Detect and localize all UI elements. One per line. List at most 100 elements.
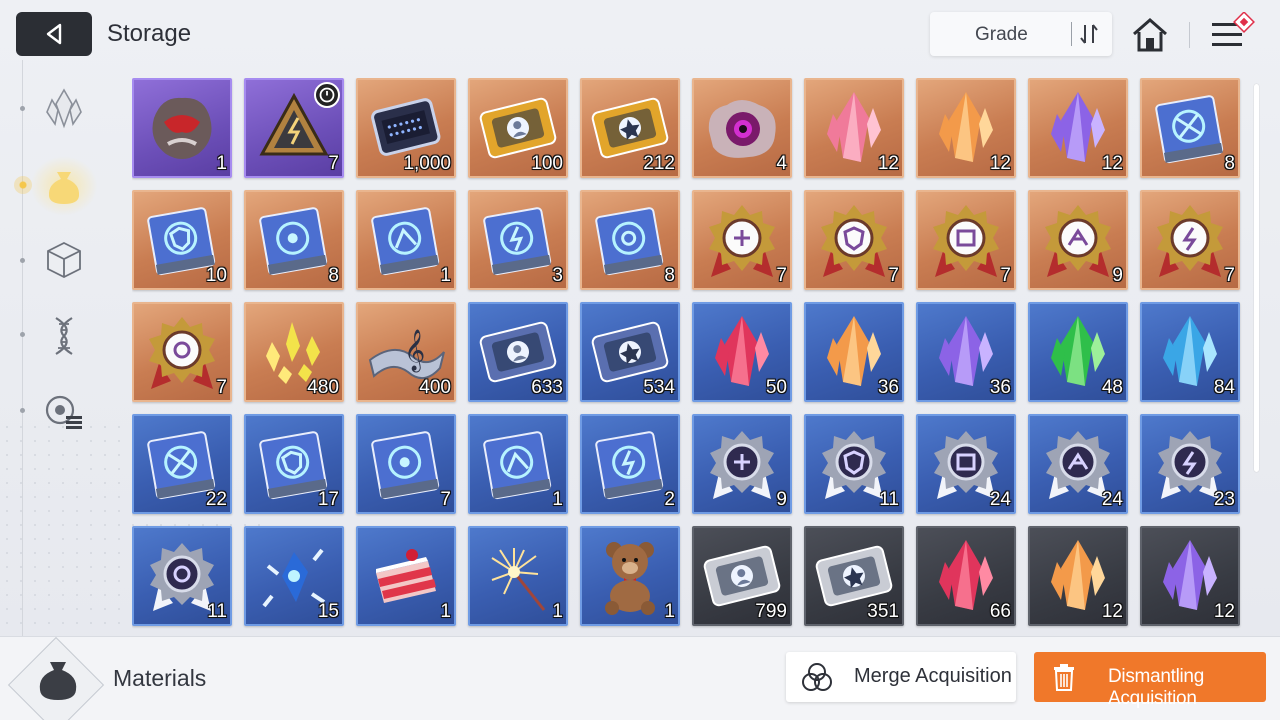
item-slot-book-eye[interactable]: 8 bbox=[244, 190, 344, 290]
rail-dot bbox=[20, 408, 25, 413]
item-slot-fossil[interactable]: 1 bbox=[132, 78, 232, 178]
item-count: 24 bbox=[1101, 489, 1123, 510]
svg-text:𝄞: 𝄞 bbox=[404, 329, 425, 372]
scrollbar[interactable] bbox=[1254, 84, 1259, 472]
item-slot-crystal-red[interactable]: 50 bbox=[692, 302, 792, 402]
item-count: 66 bbox=[989, 601, 1011, 622]
item-slot-book-wing[interactable]: 1 bbox=[356, 190, 456, 290]
item-count: 400 bbox=[419, 377, 451, 398]
item-slot-card-gold-star[interactable]: 212 bbox=[580, 78, 680, 178]
item-slot-medal-target[interactable]: 7 bbox=[916, 190, 1016, 290]
home-icon bbox=[1133, 18, 1167, 52]
item-slot-book-swords[interactable]: 8 bbox=[1140, 78, 1240, 178]
item-slot-music-ribbon[interactable]: 𝄞 400 bbox=[356, 302, 456, 402]
item-slot-crystal-purple[interactable]: 36 bbox=[916, 302, 1016, 402]
item-slot-book-bolt[interactable]: 3 bbox=[468, 190, 568, 290]
item-slot-medal-gear[interactable]: 7 bbox=[132, 302, 232, 402]
item-slot-medal-bolt[interactable]: 7 bbox=[1140, 190, 1240, 290]
item-slot-card-blue-star[interactable]: 534 bbox=[580, 302, 680, 402]
item-slot-chip[interactable]: 1,000 bbox=[356, 78, 456, 178]
sort-grade-control[interactable]: Grade bbox=[930, 12, 1112, 56]
item-slot-eye-rock[interactable]: 4 bbox=[692, 78, 792, 178]
item-slot-crystal-red[interactable]: 66 bbox=[916, 526, 1016, 626]
sidebar-rail bbox=[22, 60, 23, 640]
item-slot-card-silver-star[interactable]: 351 bbox=[804, 526, 904, 626]
back-button[interactable] bbox=[16, 12, 92, 56]
item-slot-book-wing[interactable]: 1 bbox=[468, 414, 568, 514]
crystal-icon bbox=[46, 88, 82, 129]
item-slot-crystal-purple[interactable]: 12 bbox=[1140, 526, 1240, 626]
sidebar-item-materials[interactable] bbox=[38, 160, 90, 212]
item-count: 480 bbox=[307, 377, 339, 398]
dismantling-acquisition-button[interactable]: Dismantling Acquisition bbox=[1034, 652, 1266, 709]
sidebar-item-crystal[interactable] bbox=[38, 82, 90, 134]
item-slot-book-swords[interactable]: 22 bbox=[132, 414, 232, 514]
item-count: 3 bbox=[552, 265, 563, 286]
sidebar-item-list[interactable] bbox=[38, 386, 90, 438]
list-gear-icon bbox=[45, 395, 82, 429]
sidebar-item-gene[interactable] bbox=[38, 310, 90, 362]
item-slot-badge-wing[interactable]: 24 bbox=[1028, 414, 1128, 514]
item-slot-badge-sword[interactable]: 9 bbox=[692, 414, 792, 514]
item-count: 50 bbox=[765, 377, 787, 398]
item-count: 8 bbox=[664, 265, 675, 286]
item-slot-book-shield[interactable]: 10 bbox=[132, 190, 232, 290]
item-slot-crystal-cyan[interactable]: 84 bbox=[1140, 302, 1240, 402]
item-slot-book-shield[interactable]: 17 bbox=[244, 414, 344, 514]
item-slot-ice-crystal[interactable]: 15 bbox=[244, 526, 344, 626]
item-slot-badge-gear[interactable]: 11 bbox=[132, 526, 232, 626]
item-slot-card-blue-person[interactable]: 633 bbox=[468, 302, 568, 402]
item-slot-sparkler[interactable]: 1 bbox=[468, 526, 568, 626]
item-count: 11 bbox=[207, 601, 227, 622]
sort-divider bbox=[1071, 22, 1072, 46]
item-slot-crystal-green[interactable]: 48 bbox=[1028, 302, 1128, 402]
item-slot-shards-yellow[interactable]: 480 bbox=[244, 302, 344, 402]
item-slot-crystal-orange[interactable]: 12 bbox=[916, 78, 1016, 178]
sort-order-icon[interactable] bbox=[1078, 22, 1100, 46]
item-grid: 1 7 1,000 100 212 4 12 12 12 8 10 8 1 3 8 7 7 7 9 7 7 480 𝄞 400… bbox=[132, 78, 1242, 630]
item-slot-crystal-orange[interactable]: 12 bbox=[1028, 526, 1128, 626]
item-count: 12 bbox=[1101, 601, 1123, 622]
item-slot-crystal-orange[interactable]: 36 bbox=[804, 302, 904, 402]
merge-label: Merge Acquisition bbox=[854, 665, 1012, 687]
item-count: 12 bbox=[1101, 153, 1123, 174]
page-title: Storage bbox=[107, 20, 192, 47]
item-slot-pyramid[interactable]: 7 bbox=[244, 78, 344, 178]
item-slot-card-silver-person[interactable]: 799 bbox=[692, 526, 792, 626]
item-slot-teddy-bear[interactable]: 1 bbox=[580, 526, 680, 626]
item-slot-badge-shield[interactable]: 11 bbox=[804, 414, 904, 514]
item-count: 12 bbox=[1213, 601, 1235, 622]
menu-button[interactable] bbox=[1206, 11, 1256, 56]
home-button[interactable] bbox=[1130, 15, 1170, 55]
item-count: 633 bbox=[531, 377, 563, 398]
item-count: 7 bbox=[216, 377, 227, 398]
header-separator bbox=[1189, 22, 1190, 48]
item-slot-medal-shield[interactable]: 7 bbox=[804, 190, 904, 290]
bag-icon bbox=[48, 172, 80, 204]
item-count: 7 bbox=[1000, 265, 1011, 286]
sort-label: Grade bbox=[975, 24, 1028, 45]
item-count: 4 bbox=[776, 153, 787, 174]
item-count: 799 bbox=[755, 601, 787, 622]
rail-dot bbox=[20, 106, 25, 111]
category-label: Materials bbox=[113, 665, 207, 691]
item-count: 9 bbox=[776, 489, 787, 510]
item-count: 7 bbox=[776, 265, 787, 286]
item-slot-cake[interactable]: 1 bbox=[356, 526, 456, 626]
item-slot-book-gear[interactable]: 8 bbox=[580, 190, 680, 290]
item-slot-badge-target[interactable]: 24 bbox=[916, 414, 1016, 514]
item-count: 12 bbox=[877, 153, 899, 174]
item-slot-crystal-purple[interactable]: 12 bbox=[1028, 78, 1128, 178]
merge-acquisition-button[interactable]: Merge Acquisition bbox=[786, 652, 1016, 702]
item-slot-medal-sword[interactable]: 7 bbox=[692, 190, 792, 290]
sidebar-item-box[interactable] bbox=[38, 234, 90, 286]
item-slot-card-gold-person[interactable]: 100 bbox=[468, 78, 568, 178]
back-arrow-icon bbox=[46, 23, 62, 45]
item-slot-book-bolt[interactable]: 2 bbox=[580, 414, 680, 514]
item-slot-crystal-pink[interactable]: 12 bbox=[804, 78, 904, 178]
item-slot-badge-bolt[interactable]: 23 bbox=[1140, 414, 1240, 514]
item-slot-medal-wing[interactable]: 9 bbox=[1028, 190, 1128, 290]
item-slot-book-eye[interactable]: 7 bbox=[356, 414, 456, 514]
item-count: 8 bbox=[328, 265, 339, 286]
dna-icon bbox=[55, 317, 73, 355]
